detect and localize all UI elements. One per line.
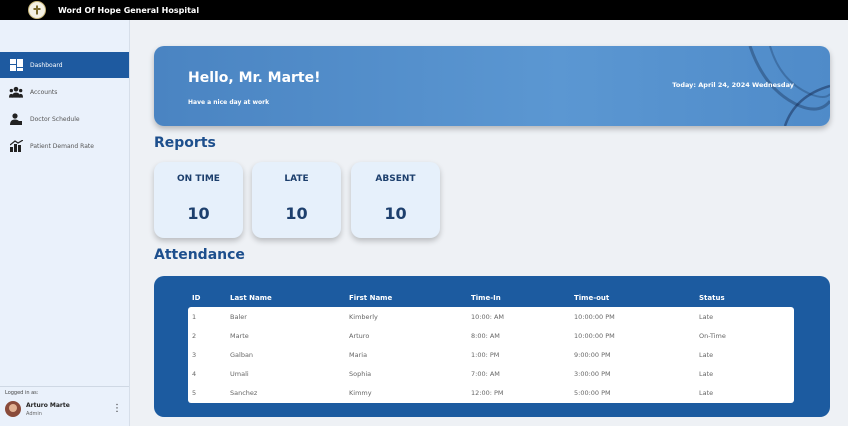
- cell-last-name: Galban: [230, 351, 254, 359]
- today-date: Today: April 24, 2024 Wednesday: [672, 81, 794, 89]
- sidebar-item-label: Accounts: [30, 88, 58, 96]
- doctor-icon: [9, 113, 23, 125]
- card-value: 10: [187, 204, 210, 223]
- welcome-banner: Hello, Mr. Marte! Have a nice day at wor…: [154, 46, 830, 126]
- table-row[interactable]: 5 Sanchez Kimmy 12:00: PM 5:00:00 PM Lat…: [188, 383, 794, 402]
- table-body: 1 Baler Kimberly 10:00: AM 10:00:00 PM L…: [188, 307, 794, 403]
- logged-in-label: Logged in as:: [5, 390, 39, 396]
- column-header: ID: [192, 294, 201, 302]
- cross-icon: [33, 5, 41, 15]
- sidebar-item-label: Patient Demand Rate: [30, 142, 94, 150]
- cell-first-name: Sophia: [349, 370, 372, 378]
- greeting-text: Hello, Mr. Marte!: [188, 70, 321, 86]
- card-label: ABSENT: [375, 174, 416, 184]
- sidebar-item-patient-demand-rate[interactable]: Patient Demand Rate: [0, 133, 129, 159]
- user-role: Admin: [26, 410, 42, 417]
- table-header: ID Last Name First Name Time-In Time-out…: [154, 276, 830, 306]
- cell-time-out: 5:00:00 PM: [574, 389, 611, 397]
- table-row[interactable]: 2 Marte Arturo 8:00: AM 10:00:00 PM On-T…: [188, 326, 794, 345]
- sidebar-item-doctor-schedule[interactable]: Doctor Schedule: [0, 106, 129, 132]
- column-header: Status: [699, 294, 725, 302]
- cell-time-out: 3:00:00 PM: [574, 370, 611, 378]
- user-name: Arturo Marte: [26, 401, 70, 409]
- card-label: ON TIME: [177, 174, 220, 184]
- logged-in-panel: Logged in as: Arturo Marte Admin ⋮: [0, 386, 129, 420]
- cell-last-name: Sanchez: [230, 389, 258, 397]
- card-value: 10: [285, 204, 308, 223]
- report-card-late: LATE 10: [252, 162, 341, 238]
- cell-last-name: Marte: [230, 332, 249, 340]
- top-bar: Word Of Hope General Hospital: [0, 0, 848, 20]
- cell-time-in: 1:00: PM: [471, 351, 500, 359]
- more-options-icon[interactable]: ⋮: [112, 404, 122, 414]
- sidebar-item-label: Dashboard: [30, 61, 63, 69]
- dashboard-icon: [9, 59, 23, 71]
- card-value: 10: [384, 204, 407, 223]
- cell-id: 1: [192, 313, 197, 321]
- user-row: Arturo Marte Admin ⋮: [5, 401, 124, 417]
- cell-last-name: Umali: [230, 370, 249, 378]
- avatar: [5, 401, 21, 417]
- column-header: First Name: [349, 294, 393, 302]
- cell-last-name: Baler: [230, 313, 247, 321]
- cell-first-name: Arturo: [349, 332, 370, 340]
- cell-first-name: Kimmy: [349, 389, 372, 397]
- cell-id: 3: [192, 351, 197, 359]
- column-header: Time-In: [471, 294, 501, 302]
- report-card-on-time: ON TIME 10: [154, 162, 243, 238]
- table-row[interactable]: 1 Baler Kimberly 10:00: AM 10:00:00 PM L…: [188, 307, 794, 326]
- attendance-title: Attendance: [154, 247, 245, 263]
- cell-time-in: 12:00: PM: [471, 389, 504, 397]
- sidebar-item-dashboard[interactable]: Dashboard: [0, 52, 129, 78]
- column-header: Last Name: [230, 294, 272, 302]
- column-header: Time-out: [574, 294, 610, 302]
- app-title: Word Of Hope General Hospital: [58, 5, 200, 15]
- cell-id: 4: [192, 370, 197, 378]
- card-label: LATE: [284, 174, 309, 184]
- cell-time-in: 10:00: AM: [471, 313, 505, 321]
- cell-status: Late: [699, 351, 714, 359]
- user-info: Arturo Marte Admin: [26, 402, 70, 417]
- reports-title: Reports: [154, 135, 216, 151]
- cell-id: 5: [192, 389, 197, 397]
- cell-id: 2: [192, 332, 197, 340]
- sidebar: Dashboard Accounts Doctor Schedule Patie…: [0, 20, 130, 426]
- chart-icon: [9, 140, 23, 152]
- attendance-table: ID Last Name First Name Time-In Time-out…: [154, 276, 830, 417]
- sidebar-item-accounts[interactable]: Accounts: [0, 79, 129, 105]
- sidebar-item-label: Doctor Schedule: [30, 115, 80, 123]
- report-card-absent: ABSENT 10: [351, 162, 440, 238]
- cell-status: Late: [699, 370, 714, 378]
- cell-first-name: Maria: [349, 351, 368, 359]
- cell-time-in: 8:00: AM: [471, 332, 500, 340]
- cell-status: Late: [699, 313, 714, 321]
- cell-time-out: 10:00:00 PM: [574, 313, 615, 321]
- cell-first-name: Kimberly: [349, 313, 378, 321]
- cell-time-out: 9:00:00 PM: [574, 351, 611, 359]
- cell-time-in: 7:00: AM: [471, 370, 500, 378]
- cell-status: On-Time: [699, 332, 726, 340]
- table-row[interactable]: 3 Galban Maria 1:00: PM 9:00:00 PM Late: [188, 345, 794, 364]
- greeting-subtitle: Have a nice day at work: [188, 99, 270, 106]
- users-icon: [9, 86, 23, 98]
- cell-time-out: 10:00:00 PM: [574, 332, 615, 340]
- hospital-logo: [28, 1, 46, 19]
- cell-status: Late: [699, 389, 714, 397]
- table-row[interactable]: 4 Umali Sophia 7:00: AM 3:00:00 PM Late: [188, 364, 794, 383]
